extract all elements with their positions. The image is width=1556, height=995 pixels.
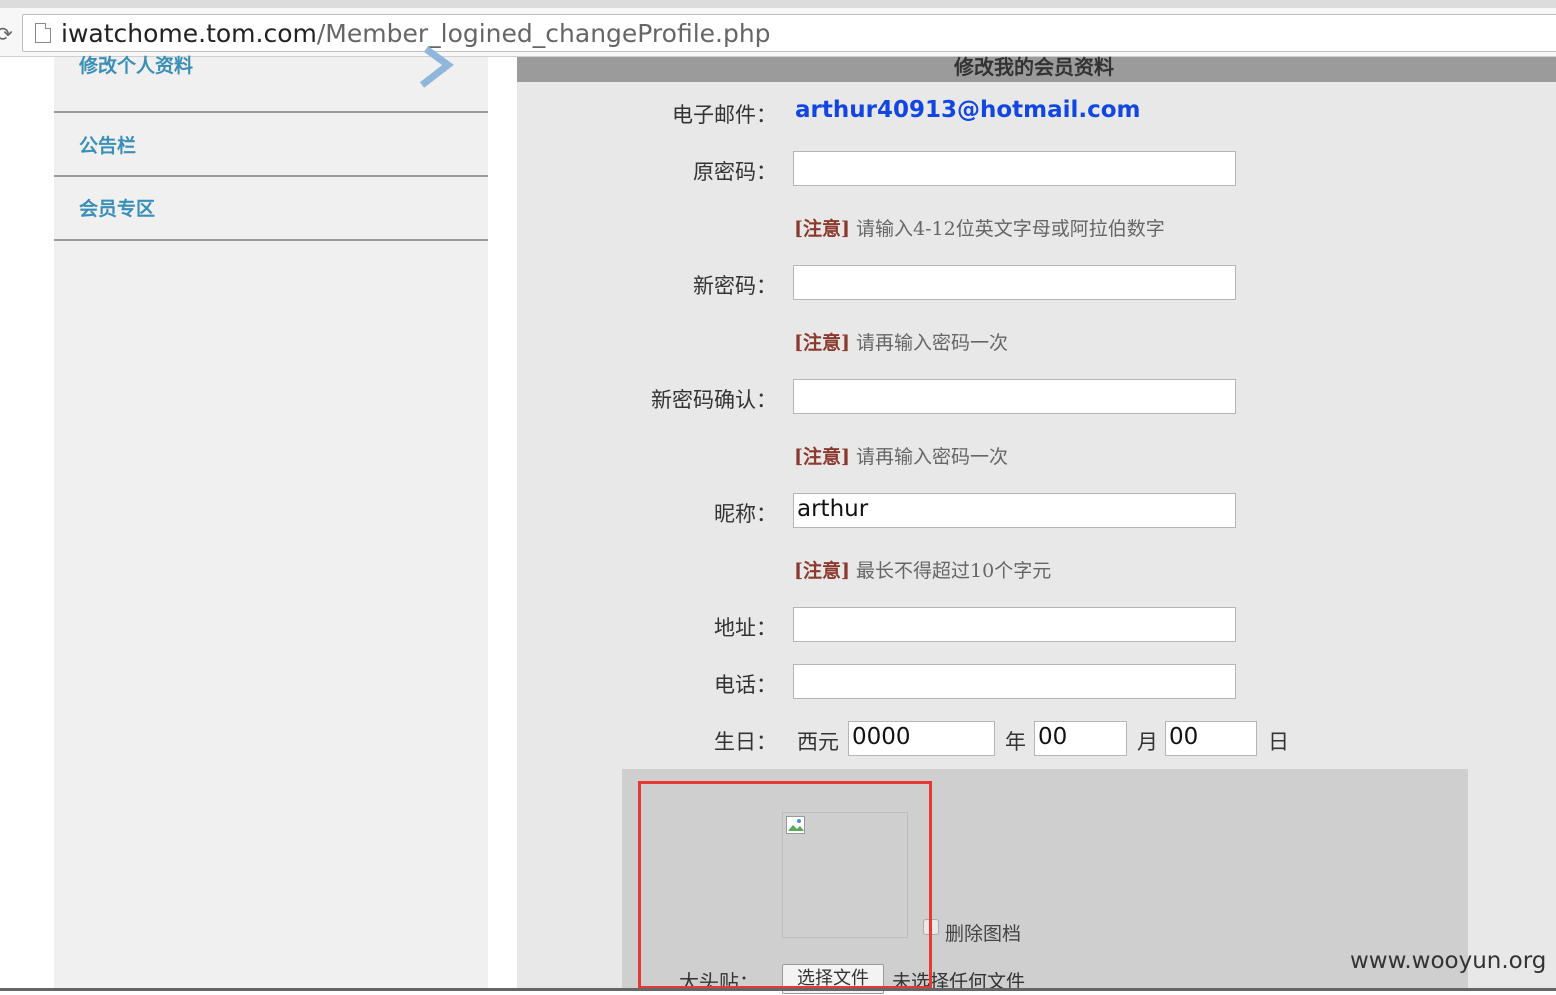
url-path: /Member_logined_changeProfile.php — [316, 19, 771, 48]
nickname-note: [注意] 最长不得超过10个字元 — [794, 556, 1051, 583]
confirm-password-field[interactable] — [793, 379, 1236, 414]
note-text: 请输入4-12位英文字母或阿拉伯数字 — [856, 218, 1165, 240]
profile-form-panel: 修改我的会员资料 电子邮件： arthur40913@hotmail.com 原… — [517, 55, 1556, 994]
note-tag: [注意] — [794, 218, 850, 240]
note-text: 最长不得超过10个字元 — [856, 560, 1052, 582]
birthday-label: 生日： — [714, 730, 777, 754]
new-password-label: 新密码： — [693, 274, 777, 298]
url-field[interactable]: iwatchome.tom.com/Member_logined_changeP… — [22, 14, 1556, 52]
birthday-year-field[interactable]: 0000 — [848, 721, 995, 756]
reload-icon[interactable]: ⟳ — [0, 22, 13, 46]
sidebar-item-label: 会员专区 — [79, 198, 156, 220]
phone-field[interactable] — [793, 664, 1236, 699]
note-tag: [注意] — [794, 446, 850, 468]
delete-image-label: 删除图档 — [945, 923, 1022, 945]
sidebar: 修改个人资料 公告栏 会员专区 — [54, 46, 491, 991]
sidebar-item-label: 修改个人资料 — [79, 55, 194, 77]
old-password-note: [注意] 请输入4-12位英文字母或阿拉伯数字 — [794, 214, 1165, 241]
address-label: 地址： — [714, 616, 777, 640]
old-password-field[interactable] — [793, 151, 1236, 186]
month-unit: 月 — [1137, 730, 1158, 754]
url-host: iwatchome.tom.com — [61, 19, 317, 48]
year-unit: 年 — [1005, 730, 1026, 754]
note-tag: [注意] — [794, 332, 850, 354]
email-label: 电子邮件： — [672, 103, 777, 127]
birthday-day-field[interactable]: 00 — [1165, 721, 1257, 756]
column-gap — [488, 57, 517, 991]
new-password-note: [注意] 请再输入密码一次 — [794, 328, 1008, 355]
page-icon — [35, 23, 51, 43]
phone-label: 电话： — [714, 673, 777, 697]
birthday-era: 西元 — [797, 730, 839, 754]
nickname-field[interactable]: arthur — [793, 493, 1236, 528]
address-field[interactable] — [793, 607, 1236, 642]
confirm-password-label: 新密码确认： — [651, 388, 777, 412]
old-password-label: 原密码： — [693, 160, 777, 184]
sidebar-item-bulletin[interactable]: 公告栏 — [54, 113, 488, 177]
new-password-field[interactable] — [793, 265, 1236, 300]
note-text: 请再输入密码一次 — [856, 446, 1009, 468]
form-header: 修改我的会员资料 — [517, 55, 1556, 82]
chevron-right-icon — [419, 46, 454, 88]
form-title: 修改我的会员资料 — [954, 55, 1114, 79]
annotation-highlight-box — [638, 781, 932, 989]
email-value: arthur40913@hotmail.com — [795, 97, 1141, 123]
sidebar-item-edit-profile[interactable]: 修改个人资料 — [54, 46, 488, 113]
url-text: iwatchome.tom.com/Member_logined_changeP… — [61, 19, 771, 48]
watermark: www.wooyun.org — [1350, 948, 1547, 974]
sidebar-item-member-area[interactable]: 会员专区 — [54, 177, 488, 241]
note-text: 请再输入密码一次 — [856, 332, 1009, 354]
birthday-month-field[interactable]: 00 — [1034, 721, 1127, 756]
day-unit: 日 — [1268, 730, 1289, 754]
note-tag: [注意] — [794, 560, 850, 582]
confirm-password-note: [注意] 请再输入密码一次 — [794, 442, 1008, 469]
sidebar-item-label: 公告栏 — [79, 135, 137, 157]
nickname-label: 昵称： — [714, 502, 777, 526]
